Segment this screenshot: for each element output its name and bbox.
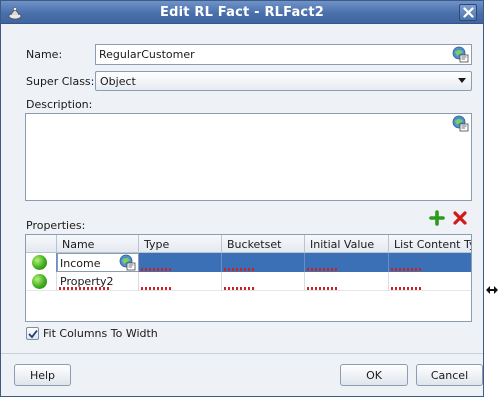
property-name-cell[interactable]: Property2	[57, 272, 139, 291]
add-property-button[interactable]	[429, 210, 445, 226]
header-status	[26, 235, 57, 253]
status-ok-icon	[32, 255, 47, 270]
validation-error-underline	[391, 287, 421, 290]
expression-builder-icon[interactable]	[452, 46, 469, 63]
delete-icon	[453, 211, 467, 225]
validation-error-underline	[141, 268, 171, 271]
header-list-content-type[interactable]: List Content Ty	[389, 235, 471, 253]
property-list-content-type-cell[interactable]	[389, 272, 471, 291]
super-class-label: Super Class:	[26, 75, 95, 88]
property-bucketset-cell[interactable]	[222, 253, 305, 272]
close-button[interactable]	[459, 4, 477, 21]
checkmark-icon	[28, 329, 38, 339]
properties-table[interactable]: Name Type Bucketset Initial Value List C…	[25, 234, 472, 322]
name-input[interactable]	[99, 47, 439, 62]
resize-cursor-icon	[486, 284, 498, 294]
title-bar[interactable]: Edit RL Fact - RLFact2	[1, 1, 483, 24]
description-textarea[interactable]	[25, 113, 472, 201]
validation-error-underline	[224, 287, 254, 290]
status-ok-icon	[32, 274, 47, 289]
close-icon	[463, 7, 474, 18]
table-row[interactable]	[26, 253, 471, 272]
window-title: Edit RL Fact - RLFact2	[159, 5, 324, 20]
validation-error-underline	[391, 268, 421, 271]
name-label: Name:	[26, 48, 63, 61]
row-status-cell	[26, 272, 57, 291]
expression-builder-icon[interactable]	[119, 254, 136, 271]
validation-error-underline	[224, 268, 254, 271]
chevron-down-icon	[458, 78, 466, 83]
header-name[interactable]: Name	[57, 235, 139, 253]
property-initial-value-cell[interactable]	[305, 253, 389, 272]
header-bucketset[interactable]: Bucketset	[222, 235, 305, 253]
header-initial-value[interactable]: Initial Value	[305, 235, 389, 253]
description-label: Description:	[26, 98, 93, 111]
fit-columns-checkbox[interactable]	[26, 327, 39, 340]
header-type[interactable]: Type	[139, 235, 222, 253]
ok-button[interactable]: OK	[340, 364, 408, 386]
super-class-value: Object	[100, 75, 136, 88]
row-status-cell	[26, 253, 57, 272]
table-row[interactable]: Property2	[26, 272, 471, 291]
delete-property-button[interactable]	[452, 210, 468, 226]
button-bar-separator	[1, 353, 483, 354]
properties-label: Properties:	[26, 219, 86, 232]
expression-builder-icon[interactable]	[452, 115, 469, 132]
super-class-select[interactable]: Object	[95, 71, 472, 91]
edit-rl-fact-dialog: Edit RL Fact - RLFact2 Name: Super Class…	[0, 0, 484, 397]
validation-error-underline	[141, 287, 171, 290]
plus-icon	[429, 210, 445, 226]
property-name-editor[interactable]	[57, 253, 139, 272]
properties-table-header: Name Type Bucketset Initial Value List C…	[26, 235, 471, 253]
property-type-cell[interactable]	[139, 272, 222, 291]
cancel-button[interactable]: Cancel	[416, 364, 483, 386]
property-bucketset-cell[interactable]	[222, 272, 305, 291]
property-type-cell[interactable]	[139, 253, 222, 272]
help-button[interactable]: Help	[14, 364, 71, 386]
property-initial-value-cell[interactable]	[305, 272, 389, 291]
validation-error-underline	[307, 268, 337, 271]
name-field[interactable]	[95, 44, 472, 65]
property-name-input[interactable]	[60, 256, 104, 270]
property-list-content-type-cell[interactable]	[389, 253, 471, 272]
validation-error-underline	[307, 287, 337, 290]
validation-error-underline	[59, 287, 109, 290]
fit-columns-label[interactable]: Fit Columns To Width	[43, 327, 158, 340]
